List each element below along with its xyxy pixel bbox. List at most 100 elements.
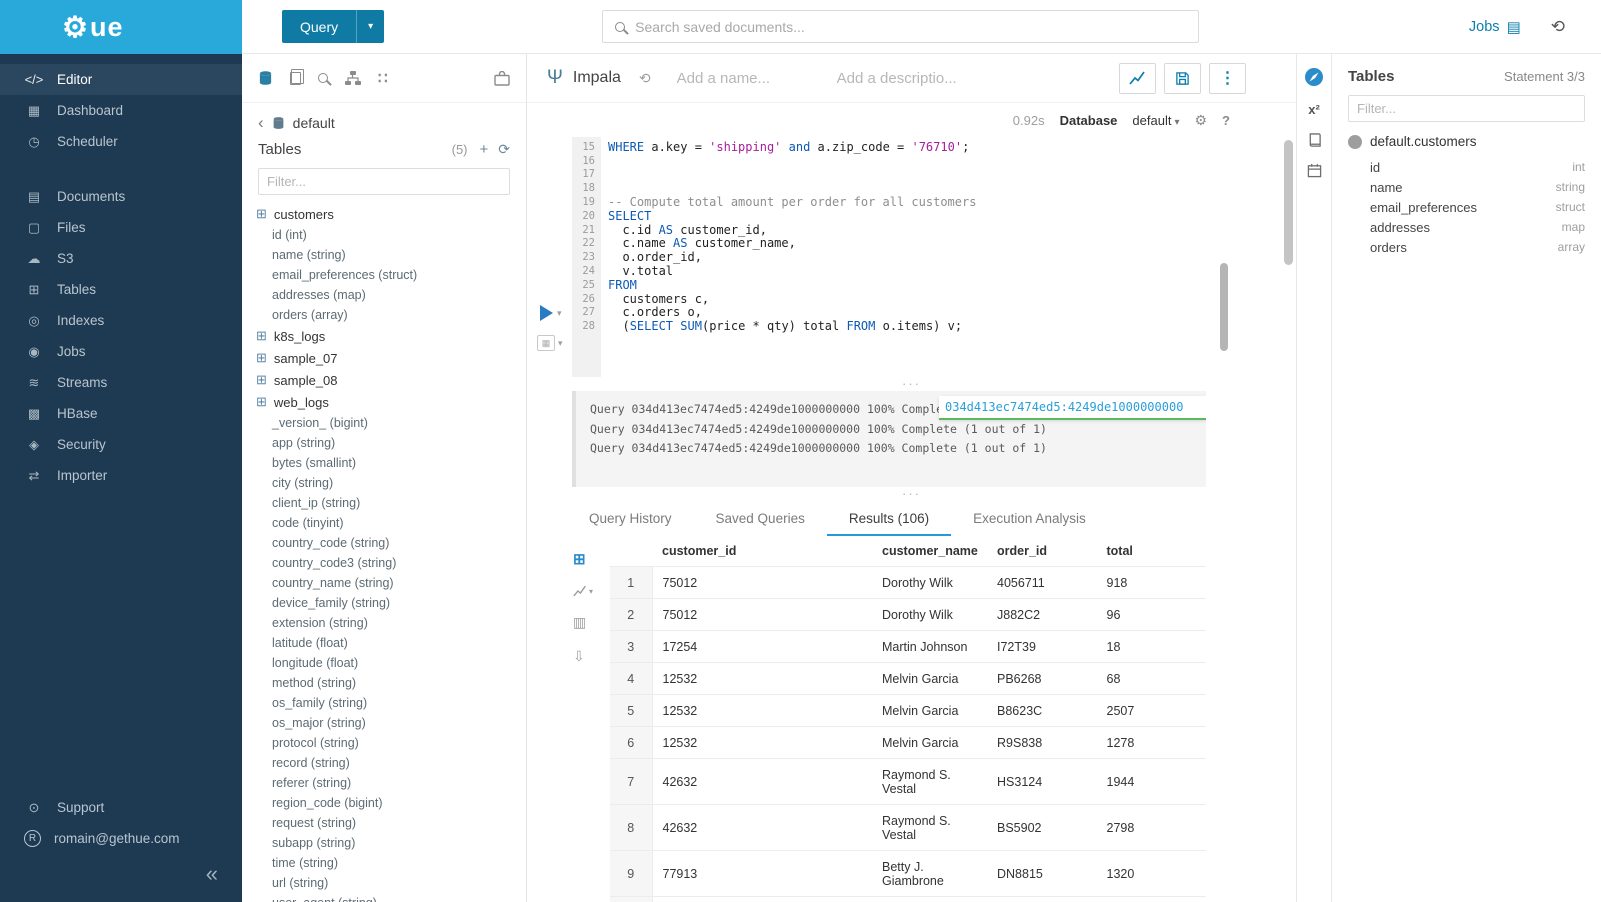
apps-grid-icon[interactable]: ∷ <box>378 69 389 87</box>
tree-item[interactable]: ⊞ orders (array) <box>242 305 526 325</box>
chart-button[interactable] <box>1119 63 1156 94</box>
sidebar-item-tables[interactable]: ⊞ Tables <box>0 274 242 305</box>
columns-icon[interactable]: ▥ <box>573 614 586 631</box>
code-line[interactable]: 19 -- Compute total amount per order for… <box>572 195 1296 209</box>
tab[interactable]: Results (106) <box>827 511 951 536</box>
sidebar-item-files[interactable]: ▢ Files <box>0 212 242 243</box>
back-chevron-icon[interactable]: ‹ <box>258 117 264 129</box>
code-line[interactable]: 18 <box>572 181 1296 195</box>
tree-item[interactable]: ⊞ bytes (smallint) <box>242 453 526 473</box>
tree-item[interactable]: ⊞ record (string) <box>242 753 526 773</box>
table-row[interactable]: 4 12532 Melvin Garcia PB6268 68 <box>610 663 1206 695</box>
documents-assist-icon[interactable] <box>290 72 301 85</box>
grid-view-icon[interactable]: ⊞ <box>573 550 586 568</box>
bag-icon[interactable] <box>494 71 510 86</box>
code-line[interactable]: 26 customers c, <box>572 292 1296 306</box>
tree-item[interactable]: ⊞ code (tinyint) <box>242 513 526 533</box>
database-breadcrumb[interactable]: ‹ default <box>242 103 526 137</box>
execute-button[interactable]: ▾ <box>540 305 562 321</box>
tree-item[interactable]: ⊞ customers <box>242 203 526 225</box>
collapse-sidebar-icon[interactable]: « <box>206 866 218 882</box>
tree-item[interactable]: ⊞ os_family (string) <box>242 693 526 713</box>
sidebar-item-indexes[interactable]: ◎ Indexes <box>0 305 242 336</box>
assist-filter-input[interactable] <box>258 168 510 195</box>
tree-item[interactable]: ⊞ country_code (string) <box>242 533 526 553</box>
tree-item[interactable]: ⊞ client_ip (string) <box>242 493 526 513</box>
column-header[interactable]: customer_id <box>652 536 872 567</box>
tree-item[interactable]: ⊞ web_logs <box>242 391 526 413</box>
format-button[interactable]: ▦ ▾ <box>537 335 563 351</box>
resize-handle-bottom[interactable]: ··· <box>527 487 1296 501</box>
sidebar-item-streams[interactable]: ≋ Streams <box>0 367 242 398</box>
add-table-icon[interactable]: + <box>480 141 489 158</box>
tree-item[interactable]: ⊞ subapp (string) <box>242 833 526 853</box>
editor-scrollbar[interactable] <box>1284 140 1293 265</box>
new-query-button[interactable]: Query ▾ <box>282 10 384 43</box>
table-row[interactable]: 3 17254 Martin Johnson I72T39 18 <box>610 631 1206 663</box>
sidebar-item-importer[interactable]: ⇄ Importer <box>0 460 242 491</box>
tree-item[interactable]: ⊞ region_code (bigint) <box>242 793 526 813</box>
tree-item[interactable]: ⊞ app (string) <box>242 433 526 453</box>
sidebar-item-security[interactable]: ◈ Security <box>0 429 242 460</box>
table-row[interactable]: 5 12532 Melvin Garcia B8623C 2507 <box>610 695 1206 727</box>
execute-caret-icon[interactable]: ▾ <box>557 308 562 319</box>
tab[interactable]: Query History <box>567 511 694 536</box>
support-link[interactable]: ⊙ Support <box>0 792 242 823</box>
tree-item[interactable]: ⊞ device_family (string) <box>242 593 526 613</box>
table-row[interactable]: 2 75012 Dorothy Wilk J882C2 96 <box>610 599 1206 631</box>
sidebar-item-hbase[interactable]: ▩ HBase <box>0 398 242 429</box>
tree-item[interactable]: ⊞ time (string) <box>242 853 526 873</box>
tree-item[interactable]: ⊞ os_major (string) <box>242 713 526 733</box>
code-line[interactable]: 25 FROM <box>572 278 1296 292</box>
table-row[interactable]: 7 42632 Raymond S. Vestal HS3124 1944 <box>610 759 1206 805</box>
tree-item[interactable]: ⊞ longitude (float) <box>242 653 526 673</box>
user-menu[interactable]: R romain@gethue.com <box>0 823 242 854</box>
functions-icon[interactable]: x² <box>1308 102 1320 117</box>
query-name-input[interactable] <box>677 70 827 87</box>
sidebar-item-documents[interactable]: ▤ Documents <box>0 181 242 212</box>
save-button[interactable] <box>1164 63 1201 94</box>
tree-item[interactable]: ⊞ url (string) <box>242 873 526 893</box>
code-line[interactable]: 28 (SELECT SUM(price * qty) total FROM o… <box>572 319 1296 333</box>
table-row[interactable]: 6 12532 Melvin Garcia R9S838 1278 <box>610 727 1206 759</box>
sidebar-item-jobs[interactable]: ◉ Jobs <box>0 336 242 367</box>
database-selector[interactable]: default▾ <box>1132 113 1179 128</box>
column-row[interactable]: addresses map <box>1348 217 1585 237</box>
column-row[interactable]: id int <box>1348 157 1585 177</box>
tree-item[interactable]: ⊞ latitude (float) <box>242 633 526 653</box>
schedule-icon[interactable] <box>1307 163 1322 178</box>
hue-logo[interactable]: ⚙ ue <box>0 0 242 54</box>
sidebar-item-editor[interactable]: </> Editor <box>0 64 242 95</box>
table-row[interactable]: 10 77913 Betty J. Giambrone XR2771 4315 <box>610 897 1206 902</box>
tree-item[interactable]: ⊞ _version_ (bigint) <box>242 413 526 433</box>
tab[interactable]: Saved Queries <box>694 511 827 536</box>
column-header[interactable]: order_id <box>987 536 1097 567</box>
tree-item[interactable]: ⊞ country_code3 (string) <box>242 553 526 573</box>
tab[interactable]: Execution Analysis <box>951 511 1108 536</box>
chart-view-icon[interactable]: ▾ <box>573 585 593 597</box>
tree-item[interactable]: ⊞ method (string) <box>242 673 526 693</box>
code-line[interactable]: 21 c.id AS customer_id, <box>572 223 1296 237</box>
search-input[interactable] <box>635 19 1186 35</box>
active-table-row[interactable]: default.customers <box>1348 134 1585 149</box>
code-editor[interactable]: ▾ ▦ ▾ 15 WHERE a.key = 'shipp <box>527 137 1296 377</box>
sidebar-item-s3[interactable]: ☁ S3 <box>0 243 242 274</box>
help-icon[interactable]: ? <box>1222 113 1230 128</box>
tree-item[interactable]: ⊞ referer (string) <box>242 773 526 793</box>
tree-item[interactable]: ⊞ k8s_logs <box>242 325 526 347</box>
tree-item[interactable]: ⊞ protocol (string) <box>242 733 526 753</box>
code-line[interactable]: 22 c.name AS customer_name, <box>572 237 1296 251</box>
tree-item[interactable]: ⊞ email_preferences (struct) <box>242 265 526 285</box>
code-line[interactable]: 16 <box>572 154 1296 168</box>
databases-icon[interactable] <box>258 70 273 86</box>
tree-item[interactable]: ⊞ city (string) <box>242 473 526 493</box>
query-dropdown-caret-icon[interactable]: ▾ <box>356 10 384 43</box>
jobs-link[interactable]: Jobs ▤ <box>1469 18 1521 36</box>
tree-item[interactable]: ⊞ sample_07 <box>242 347 526 369</box>
column-header[interactable]: total <box>1097 536 1207 567</box>
statement-indicator[interactable]: Statement 3/3 <box>1504 69 1585 84</box>
sidebar-item-scheduler[interactable]: ◷ Scheduler <box>0 126 242 157</box>
tree-item[interactable]: ⊞ addresses (map) <box>242 285 526 305</box>
download-icon[interactable]: ⇩ <box>573 648 585 665</box>
tree-item[interactable]: ⊞ extension (string) <box>242 613 526 633</box>
